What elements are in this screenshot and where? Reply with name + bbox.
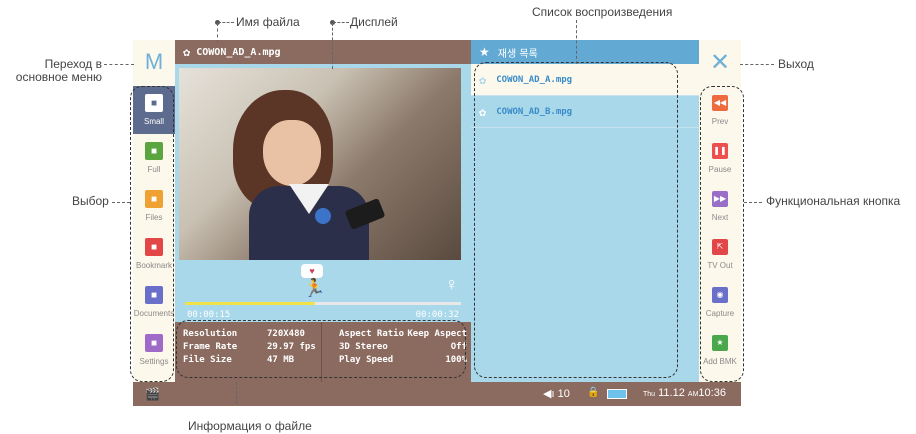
runner-icon: 🏃 xyxy=(303,278,326,298)
function-group-outline xyxy=(700,86,744,382)
playlist-group-outline xyxy=(474,62,678,378)
filename-label: COWON_AD_A.mpg xyxy=(196,46,281,58)
callout-display: Дисплей xyxy=(350,15,398,29)
film-reel-icon: ✿ xyxy=(183,45,191,59)
star-icon: ★ xyxy=(479,45,490,59)
progress-fill xyxy=(185,302,315,305)
callout-function-button: Функциональная кнопка xyxy=(766,194,901,208)
exit-button[interactable]: ✕ xyxy=(699,44,741,80)
status-bar: 🎬 ◀ı 10 🔒 Thu 11.12 AM10:36 xyxy=(133,382,741,406)
total-time: 00:00:32 xyxy=(415,310,459,320)
video-frame xyxy=(179,68,461,260)
callout-playlist: Список воспроизведения xyxy=(532,5,673,19)
playlist-header: ★ 재생 목록 xyxy=(471,40,699,64)
file-info-group-outline xyxy=(176,320,466,378)
selection-group-outline xyxy=(130,86,174,382)
video-display[interactable]: ♥ 🏃 ♀ 00:00:15 00:00:32 xyxy=(175,64,471,322)
heart-icon: ♥ xyxy=(301,264,323,278)
progress-track[interactable] xyxy=(185,302,461,305)
callout-selection: Выбор xyxy=(72,194,109,208)
current-time: 00:00:15 xyxy=(187,310,231,320)
volume-indicator[interactable]: ◀ı 10 xyxy=(543,387,570,400)
clapperboard-icon: 🎬 xyxy=(145,387,160,401)
goal-person-icon: ♀ xyxy=(445,274,459,294)
callout-file-info: Информация о файле xyxy=(188,419,312,433)
progress-area: ♥ 🏃 ♀ 00:00:15 00:00:32 xyxy=(175,264,471,322)
main-menu-button[interactable]: M xyxy=(133,44,175,80)
callout-filename: Имя файла xyxy=(236,15,300,29)
callout-exit: Выход xyxy=(778,57,814,71)
battery-icon xyxy=(607,389,627,399)
callout-main-menu: Переход в основное меню xyxy=(15,57,102,84)
title-bar: ✿ COWON_AD_A.mpg xyxy=(175,40,471,64)
lock-icon[interactable]: 🔒 xyxy=(587,387,599,398)
clock: Thu 11.12 AM10:36 xyxy=(643,387,726,399)
playlist-title: 재생 목록 xyxy=(497,48,538,60)
